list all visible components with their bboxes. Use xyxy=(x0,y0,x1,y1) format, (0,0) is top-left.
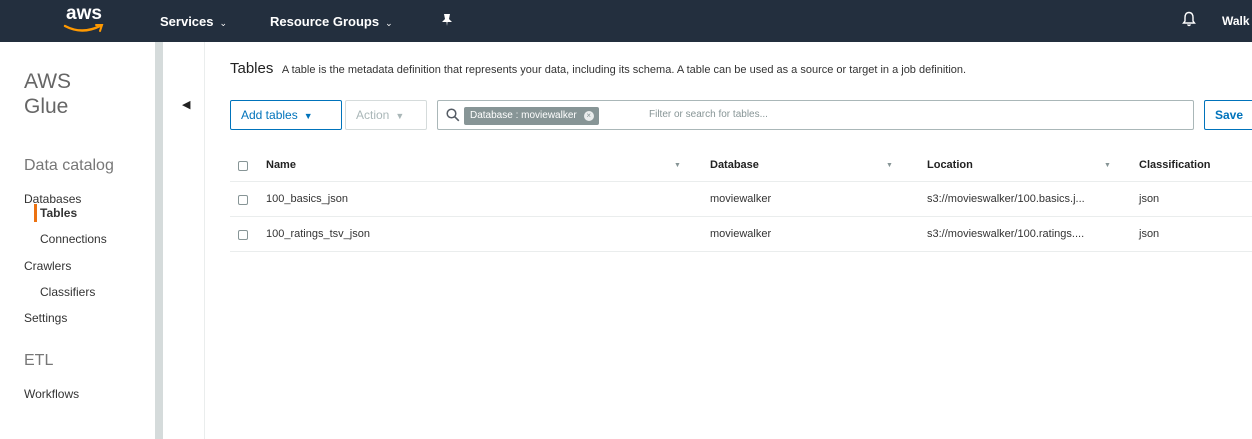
service-title-line1: AWS xyxy=(24,70,72,93)
service-title: AWS Glue xyxy=(24,69,71,119)
sort-icon[interactable]: ▼ xyxy=(1104,162,1111,169)
filter-token-label: Database : moviewalker xyxy=(470,110,577,121)
table-name-link[interactable]: 100_basics_json xyxy=(266,193,348,205)
search-icon xyxy=(446,108,460,122)
save-label: Save xyxy=(1215,108,1244,122)
aws-logo[interactable]: aws xyxy=(62,3,122,39)
table-header-row: Name ▼ Database ▼ Location ▼ Classificat… xyxy=(230,150,1252,182)
table-location: s3://movieswalker/100.basics.j... xyxy=(927,193,1085,205)
row-checkbox[interactable] xyxy=(238,230,248,240)
table-database: moviewalker xyxy=(710,193,772,205)
column-header-classification[interactable]: Classification xyxy=(1139,159,1211,171)
sidebar-section-etl: ETL xyxy=(24,352,54,369)
caret-down-icon: ▼ xyxy=(303,111,313,121)
service-title-line2: Glue xyxy=(24,95,69,118)
page-description: A table is the metadata definition that … xyxy=(281,64,967,76)
search-placeholder: Filter or search for tables... xyxy=(649,109,768,120)
services-label: Services xyxy=(160,14,214,29)
sidebar-item-tables[interactable]: Tables xyxy=(40,206,77,220)
page-title: Tables xyxy=(230,60,274,77)
caret-down-icon: ▼ xyxy=(395,111,405,121)
chevron-down-icon: ⌄ xyxy=(385,18,393,28)
aws-smile-icon xyxy=(63,24,104,32)
table-location: s3://movieswalker/100.ratings.... xyxy=(927,228,1085,240)
filter-token[interactable]: Database : moviewalker × xyxy=(464,107,599,125)
table-row[interactable]: 100_ratings_tsv_json moviewalker s3://mo… xyxy=(230,217,1252,252)
chevron-down-icon: ⌄ xyxy=(219,18,228,28)
sidebar-scrollbar[interactable] xyxy=(155,42,163,439)
column-header-location[interactable]: Location xyxy=(927,159,973,171)
aws-logo-text: aws xyxy=(66,3,102,24)
collapse-sidebar-icon[interactable]: ◀ xyxy=(182,98,190,111)
action-label: Action xyxy=(356,108,390,122)
sidebar-item-classifiers[interactable]: Classifiers xyxy=(40,285,95,299)
sidebar-item-connections[interactable]: Connections xyxy=(40,232,107,246)
page-header: Tables A table is the metadata definitio… xyxy=(230,60,966,78)
add-tables-label: Add tables xyxy=(241,108,298,122)
action-button[interactable]: Action ▼ xyxy=(345,100,427,130)
sidebar: AWS Glue Data catalog Databases Tables C… xyxy=(0,42,158,439)
search-input[interactable]: Database : moviewalker × Filter or searc… xyxy=(437,100,1194,130)
user-menu[interactable]: Walk xyxy=(1222,14,1250,28)
table-database: moviewalker xyxy=(710,228,772,240)
table-row[interactable]: 100_basics_json moviewalker s3://moviesw… xyxy=(230,182,1252,217)
column-header-name[interactable]: Name xyxy=(266,159,296,171)
table-name-link[interactable]: 100_ratings_tsv_json xyxy=(266,228,370,240)
sidebar-item-databases[interactable]: Databases xyxy=(24,192,81,206)
table-classification: json xyxy=(1139,228,1160,240)
row-checkbox[interactable] xyxy=(238,195,248,205)
sort-icon[interactable]: ▼ xyxy=(674,162,681,169)
select-all-checkbox[interactable] xyxy=(238,161,248,171)
sort-icon[interactable]: ▼ xyxy=(886,162,893,169)
active-indicator xyxy=(34,204,37,222)
close-icon[interactable]: × xyxy=(583,111,594,121)
sidebar-section-data-catalog: Data catalog xyxy=(24,157,114,174)
sidebar-item-crawlers[interactable]: Crawlers xyxy=(24,259,71,273)
services-menu[interactable]: Services ⌄ xyxy=(160,14,227,29)
top-nav-bar: aws Services ⌄ Resource Groups ⌄ Walk xyxy=(0,0,1252,42)
resource-groups-menu[interactable]: Resource Groups ⌄ xyxy=(270,14,393,29)
add-tables-button[interactable]: Add tables ▼ xyxy=(230,100,342,130)
save-button[interactable]: Save xyxy=(1204,100,1252,130)
sidebar-item-workflows[interactable]: Workflows xyxy=(24,387,79,401)
bell-icon[interactable] xyxy=(1182,11,1196,27)
column-header-database[interactable]: Database xyxy=(710,159,759,171)
pin-icon[interactable] xyxy=(441,13,453,27)
table-classification: json xyxy=(1139,193,1160,205)
sidebar-item-settings[interactable]: Settings xyxy=(24,311,67,325)
resource-groups-label: Resource Groups xyxy=(270,14,380,29)
